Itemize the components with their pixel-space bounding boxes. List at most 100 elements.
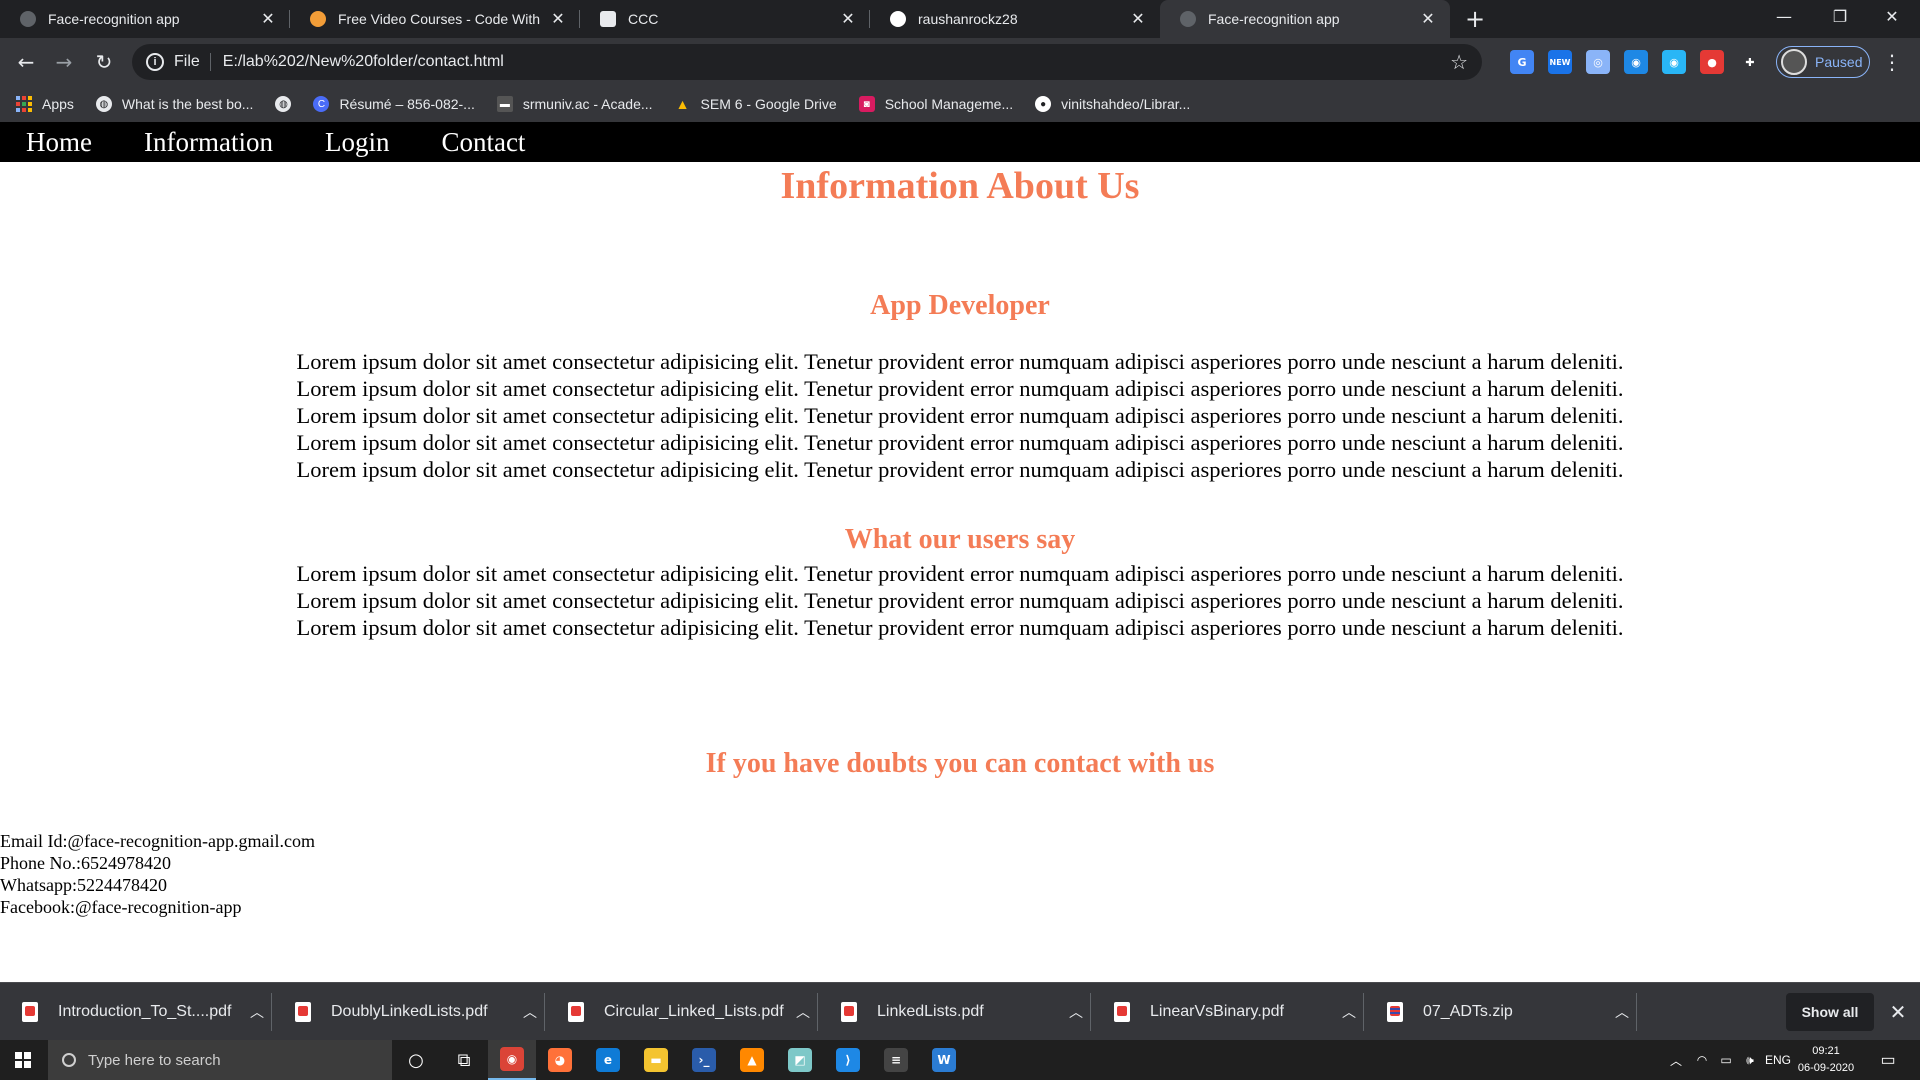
tab-title: Free Video Courses - Code With (338, 11, 541, 27)
vscode-taskbar-button[interactable]: ⟩ (824, 1040, 872, 1080)
windows-logo-icon (15, 1052, 31, 1068)
notes-taskbar-button[interactable]: ◩ (776, 1040, 824, 1080)
tab-ccc[interactable]: CCC ✕ (580, 0, 870, 38)
file-explorer-taskbar-button[interactable]: ▬ (632, 1040, 680, 1080)
address-bar[interactable]: i File E:/lab%202/New%20folder/contact.h… (132, 44, 1482, 80)
tab-github[interactable]: raushanrockz28 ✕ (870, 0, 1160, 38)
download-shelf: Introduction_To_St....pdf ︿ DoublyLinked… (0, 982, 1920, 1040)
close-icon[interactable]: ✕ (1886, 997, 1910, 1027)
bookmark-star-icon[interactable]: ☆ (1450, 50, 1468, 75)
globe-icon (20, 11, 36, 27)
reload-button[interactable]: ↻ (90, 48, 118, 76)
network-icon[interactable]: ◠ (1690, 1040, 1714, 1080)
file-explorer-icon: ▬ (644, 1048, 668, 1072)
chevron-up-icon[interactable]: ︿ (1334, 1002, 1364, 1022)
start-button[interactable] (0, 1040, 46, 1080)
show-all-button[interactable]: Show all (1786, 993, 1874, 1031)
page-title: Information About Us (780, 165, 1140, 207)
nav-contact-link[interactable]: Contact (441, 127, 525, 158)
nav-login-link[interactable]: Login (325, 127, 390, 158)
minimize-button[interactable]: — (1756, 0, 1812, 34)
pdf-file-icon (22, 1002, 38, 1022)
extension-icon-3[interactable]: ◉ (1662, 50, 1686, 74)
text-line: Lorem ipsum dolor sit amet consectetur a… (296, 349, 1624, 374)
system-clock[interactable]: 09:21 06-09-2020 (1790, 1043, 1862, 1077)
download-item[interactable]: Circular_Linked_Lists.pdf ︿ (546, 983, 818, 1041)
close-icon[interactable]: ✕ (838, 9, 858, 29)
download-filename: 07_ADTs.zip (1423, 1003, 1513, 1020)
github-icon (890, 11, 906, 27)
text-line: Lorem ipsum dolor sit amet consectetur a… (296, 376, 1624, 401)
task-view-taskbar-button[interactable]: ⧉ (440, 1040, 488, 1080)
download-filename: LinkedLists.pdf (877, 1003, 984, 1020)
extension-icon-2[interactable]: ◉ (1624, 50, 1648, 74)
nav-information-link[interactable]: Information (144, 127, 273, 158)
users-heading: What our users say (844, 524, 1076, 555)
bookmark-item[interactable]: ▬ srmuniv.ac - Acade... (496, 96, 653, 112)
contact-details: Email Id:@face-recognition-app.gmail.com… (0, 830, 315, 918)
address-url[interactable]: E:/lab%202/New%20folder/contact.html (223, 53, 504, 71)
forward-button[interactable]: → (50, 48, 78, 76)
firefox-taskbar-button[interactable]: ◕ (536, 1040, 584, 1080)
zip-file-icon (1387, 1002, 1403, 1022)
word-taskbar-button[interactable]: W (920, 1040, 968, 1080)
chevron-up-icon[interactable]: ︿ (1607, 1002, 1637, 1022)
download-item[interactable]: Introduction_To_St....pdf ︿ (0, 983, 272, 1041)
contact-facebook: Facebook:@face-recognition-app (0, 897, 242, 917)
chevron-up-icon[interactable]: ︿ (1664, 1040, 1688, 1080)
download-item[interactable]: LinkedLists.pdf ︿ (819, 983, 1091, 1041)
close-icon[interactable]: ✕ (548, 9, 568, 29)
powershell-taskbar-button[interactable]: ›_ (680, 1040, 728, 1080)
download-separator (544, 993, 545, 1031)
new-tab-button[interactable]: + (1460, 4, 1490, 34)
menu-kebab-icon[interactable]: ⋮ (1882, 48, 1902, 76)
download-item[interactable]: 07_ADTs.zip ︿ (1365, 983, 1637, 1041)
bookmark-item[interactable]: C Résumé – 856-082-... (313, 96, 475, 112)
translate-icon[interactable]: G (1510, 50, 1534, 74)
terminal-taskbar-button[interactable]: ≡ (872, 1040, 920, 1080)
tab-title: CCC (628, 11, 659, 27)
nav-home-link[interactable]: Home (26, 127, 92, 158)
close-icon[interactable]: ✕ (1128, 9, 1148, 29)
edge-taskbar-button[interactable]: e (584, 1040, 632, 1080)
drive-icon: ▲ (675, 96, 690, 112)
tab-face-recognition-active[interactable]: Face-recognition app ✕ (1160, 0, 1450, 38)
vscode-icon: ⟩ (836, 1048, 860, 1072)
info-icon[interactable]: i (146, 53, 164, 71)
bookmark-item[interactable]: ◍ (275, 96, 292, 112)
close-icon[interactable]: ✕ (258, 9, 278, 29)
restore-button[interactable]: ❐ (1812, 0, 1868, 34)
bookmark-label: Apps (42, 96, 74, 112)
close-icon[interactable]: ✕ (1418, 9, 1438, 29)
back-button[interactable]: ← (12, 48, 40, 76)
bookmark-item[interactable]: ◙ School Manageme... (858, 96, 1013, 112)
download-item[interactable]: LinearVsBinary.pdf ︿ (1092, 983, 1364, 1041)
close-window-button[interactable]: ✕ (1864, 0, 1920, 34)
download-item[interactable]: DoublyLinkedLists.pdf ︿ (273, 983, 545, 1041)
chevron-up-icon[interactable]: ︿ (788, 1002, 818, 1022)
tab-face-recognition-1[interactable]: Face-recognition app ✕ (0, 0, 290, 38)
chevron-up-icon[interactable]: ︿ (1061, 1002, 1091, 1022)
new-badge-icon[interactable]: NEW (1548, 50, 1572, 74)
vlc-taskbar-button[interactable]: ▲ (728, 1040, 776, 1080)
bookmark-apps[interactable]: Apps (16, 96, 74, 112)
bookmark-item[interactable]: ▲ SEM 6 - Google Drive (675, 96, 837, 112)
chrome-taskbar-button[interactable]: ◉ (488, 1040, 536, 1080)
text-line: Lorem ipsum dolor sit amet consectetur a… (296, 588, 1624, 613)
chevron-up-icon[interactable]: ︿ (515, 1002, 545, 1022)
bookmark-item[interactable]: ● vinitshahdeo/Librar... (1035, 96, 1190, 112)
clock-date: 06-09-2020 (1797, 1062, 1855, 1074)
bookmark-item[interactable]: ◍ What is the best bo... (95, 96, 253, 112)
notification-icon[interactable]: ▭ (1870, 1040, 1906, 1080)
extension-icon-1[interactable]: ◎ (1586, 50, 1610, 74)
pdf-file-icon (295, 1002, 311, 1022)
puzzle-icon[interactable]: ✚ (1738, 50, 1762, 74)
taskbar-search[interactable]: Type here to search (48, 1040, 392, 1080)
tab-code-with-harry[interactable]: Free Video Courses - Code With ✕ (290, 0, 580, 38)
extension-icon-4[interactable]: ● (1700, 50, 1724, 74)
profile-button[interactable]: Paused (1776, 46, 1870, 78)
battery-icon[interactable]: ▭ (1714, 1040, 1738, 1080)
cortana-taskbar-button[interactable]: ○ (392, 1040, 440, 1080)
volume-icon[interactable]: 🕪 (1738, 1040, 1762, 1080)
chevron-up-icon[interactable]: ︿ (242, 1002, 272, 1022)
